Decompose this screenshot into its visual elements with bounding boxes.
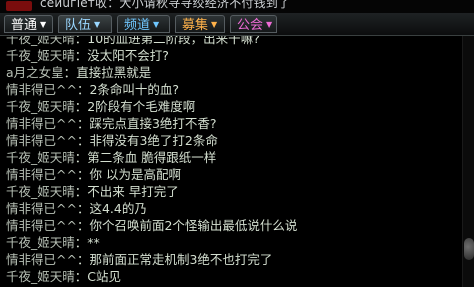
chat-separator: ： (76, 133, 90, 148)
chat-speaker[interactable]: 情非得已^^ (6, 133, 77, 148)
chat-speaker[interactable]: 情非得已^^ (6, 201, 77, 216)
chat-line: a月之女皇：直接拉黑就是 (6, 65, 151, 81)
tab-team[interactable]: 队伍 ▼ (58, 15, 112, 33)
chat-message-text: 2阶段有个毛难度啊 (87, 99, 196, 114)
chat-speaker[interactable]: 千夜_姬天晴 (6, 150, 75, 165)
chat-separator: ： (76, 218, 90, 233)
chat-line: 千夜_姬天晴：第二条血 脆得跟纸一样 (6, 150, 216, 166)
chat-separator: ： (74, 184, 88, 199)
chat-separator: ： (63, 65, 77, 80)
tab-label: 普通 (11, 18, 38, 33)
chat-separator: ： (74, 36, 88, 46)
chat-message-text: 非得没有3绝了打2条命 (89, 133, 218, 148)
chat-speaker[interactable]: 千夜_姬天晴 (6, 48, 75, 63)
caret-down-icon: ▼ (266, 20, 273, 29)
chat-line: 千夜_姬天晴：2阶段有个毛难度啊 (6, 99, 195, 115)
chat-separator: ： (74, 99, 88, 114)
chat-speaker[interactable]: 千夜_姬天晴 (6, 184, 75, 199)
system-message-strip: ceйuгieт收：大小请秋寻寻绞经济不付钱到了 (0, 0, 474, 13)
tab-normal[interactable]: 普通 ▼ (4, 15, 53, 33)
chat-separator: ： (74, 235, 88, 250)
caret-down-icon: ▼ (211, 20, 218, 29)
chat-message-text: 不出来 早打完了 (87, 184, 179, 199)
chat-message-text: C站见 (87, 269, 122, 284)
chat-message-text: 第二条血 脆得跟纸一样 (87, 150, 217, 165)
chat-line: 情非得已^^：踩完点直接3绝打不香? (6, 116, 217, 132)
chat-separator: ： (76, 201, 90, 216)
caret-down-icon: ▼ (153, 20, 160, 29)
system-message-text: ceйuгieт收：大小请秋寻寻绞经济不付钱到了 (40, 0, 291, 10)
chat-separator: ： (76, 252, 90, 267)
chat-message-text: 没太阳不会打? (87, 48, 169, 63)
chat-line: 千夜_姬天晴：没太阳不会打? (6, 48, 169, 64)
chat-message-text: 直接拉黑就是 (76, 65, 152, 80)
chat-message-text: 这4.4的乃 (89, 201, 147, 216)
chat-separator: ： (74, 48, 88, 63)
chat-message-text: 10的血进第二阶段，出来干嘛? (87, 36, 260, 46)
caret-down-icon: ▼ (40, 20, 47, 29)
tab-label: 公会 (237, 18, 264, 33)
chat-message-text: 踩完点直接3绝打不香? (89, 116, 217, 131)
chat-message-text: 你 以为是高配啊 (89, 167, 181, 182)
chat-separator: ： (74, 150, 88, 165)
chat-tab-bar: 普通 ▼ 队伍 ▼ 频道 ▼ 募集 ▼ 公会 ▼ (0, 13, 474, 36)
system-badge-icon (6, 1, 32, 11)
chat-message-text: ** (87, 235, 100, 250)
chat-line: 千夜_姬天晴：C站见 (6, 269, 121, 285)
scroll-thumb-icon[interactable] (464, 238, 474, 260)
chat-speaker[interactable]: 情非得已^^ (6, 167, 77, 182)
chat-line: 情非得已^^：这4.4的乃 (6, 201, 147, 217)
chat-separator: ： (74, 269, 88, 284)
chat-speaker[interactable]: 千夜_姬天晴 (6, 269, 75, 284)
chat-log[interactable]: 千夜_姬天晴：10的血进第二阶段，出来干嘛? 千夜_姬天晴：没太阳不会打? a月之女… (0, 36, 462, 287)
chat-separator: ： (76, 116, 90, 131)
chat-line: 情非得已^^：非得没有3绝了打2条命 (6, 133, 218, 149)
tab-label: 频道 (124, 18, 151, 33)
chat-speaker[interactable]: 情非得已^^ (6, 218, 77, 233)
chat-line: 情非得已^^：你 以为是高配啊 (6, 167, 181, 183)
chat-line: 情非得已^^：那前面正常走机制3绝不也打完了 (6, 252, 272, 268)
tab-guild[interactable]: 公会 ▼ (230, 15, 277, 33)
chat-separator: ： (76, 167, 90, 182)
chat-line: 千夜_姬天晴：** (6, 235, 100, 251)
chat-separator: ： (76, 82, 90, 97)
chat-message-text: 2条命叫十的血? (89, 82, 180, 97)
tab-channel[interactable]: 频道 ▼ (117, 15, 170, 33)
chat-speaker[interactable]: 情非得已^^ (6, 116, 77, 131)
chat-speaker[interactable]: a月之女皇 (6, 65, 64, 80)
caret-down-icon: ▼ (94, 20, 101, 29)
tab-label: 队伍 (65, 18, 92, 33)
chat-line: 情非得已^^：2条命叫十的血? (6, 82, 179, 98)
chat-scrollbar[interactable] (462, 36, 474, 287)
chat-speaker[interactable]: 情非得已^^ (6, 82, 77, 97)
chat-message-text: 那前面正常走机制3绝不也打完了 (89, 252, 273, 267)
tab-recruit[interactable]: 募集 ▼ (175, 15, 225, 33)
chat-speaker[interactable]: 千夜_姬天晴 (6, 99, 75, 114)
chat-message-text: 你个召唤前面2个怪输出最低说什么说 (89, 218, 298, 233)
chat-line: 千夜_姬天晴：不出来 早打完了 (6, 184, 179, 200)
tab-label: 募集 (182, 18, 209, 33)
chat-line: 情非得已^^：你个召唤前面2个怪输出最低说什么说 (6, 218, 297, 234)
chat-speaker[interactable]: 情非得已^^ (6, 252, 77, 267)
chat-speaker[interactable]: 千夜_姬天晴 (6, 235, 75, 250)
chat-speaker[interactable]: 千夜_姬天晴 (6, 36, 75, 46)
chat-line: 千夜_姬天晴：10的血进第二阶段，出来干嘛? (6, 36, 260, 47)
